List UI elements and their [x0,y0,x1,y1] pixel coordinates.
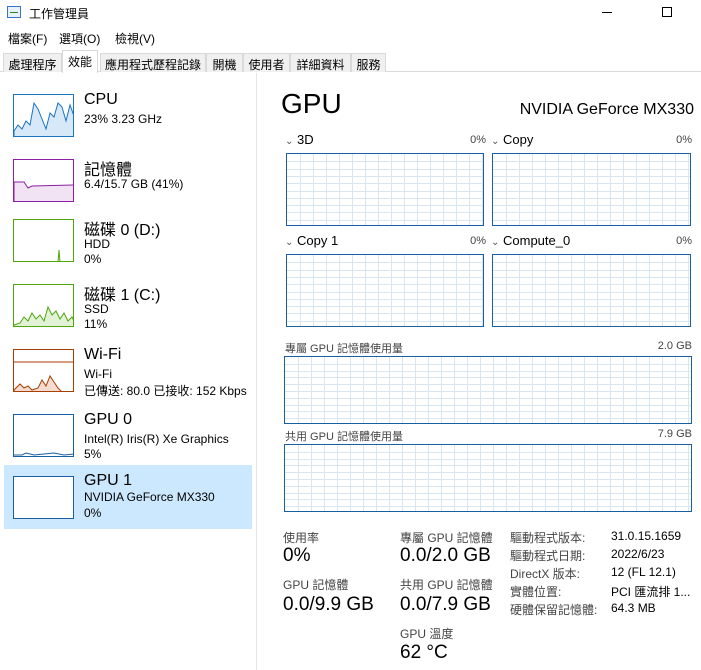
maximize-icon[interactable] [662,7,672,17]
dedicated-memory-graph [284,356,692,424]
engine-3d-label[interactable]: ⌄ 3D [285,132,314,147]
engine-copy1-graph [286,254,484,327]
gpu-memory-value: 0.0/9.9 GB [283,594,374,615]
engine-compute0-label[interactable]: ⌄ Compute_0 [491,233,570,248]
chevron-down-icon: ⌄ [491,237,500,248]
chevron-down-icon: ⌄ [491,136,500,147]
sidebar-item-name: CPU [84,91,118,108]
sidebar-item-wifi[interactable]: Wi-Fi Wi-Fi 已傳送: 80.0 已接收: 152 Kbps [4,341,252,405]
sidebar-item-detail: 23% 3.23 GHz [84,112,163,126]
window-title: 工作管理員 [29,7,90,21]
hardware-reserved-memory-value: 64.3 MB [611,601,656,615]
sidebar-item-usage: 0% [84,252,102,266]
shared-mem-label: 共用 GPU 記憶體 [400,578,493,592]
engine-copy1-pct: 0% [470,235,486,247]
disk1-thumbnail-graph [13,284,74,327]
sidebar-item-model: Intel(R) Iris(R) Xe Graphics [84,432,229,446]
sidebar-item-gpu-1[interactable]: GPU 1 NVIDIA GeForce MX330 0% [4,465,252,529]
gpu1-thumbnail-graph [13,476,74,519]
tab-performance[interactable]: 效能 [62,50,98,73]
sidebar-item-name: GPU 0 [84,411,133,428]
sidebar-item-type: SSD [84,302,109,316]
tab-processes[interactable]: 處理程序 [3,53,62,72]
sidebar-item-adapter: Wi-Fi [84,367,112,381]
shared-memory-graph [284,444,692,512]
title-bar: 工作管理員 [0,0,701,26]
dedicated-memory-max: 2.0 GB [657,340,692,352]
sidebar-item-usage: 0% [84,506,102,520]
task-manager-icon [7,6,21,18]
disk0-thumbnail-graph [13,219,74,262]
shared-memory-max: 7.9 GB [657,428,692,440]
temperature-value: 62 °C [400,642,448,663]
graph-grid [493,154,690,225]
gpu0-thumbnail-graph [13,414,74,457]
engine-copy-pct: 0% [676,134,692,146]
resource-sidebar: CPU 23% 3.23 GHz 記憶體 6.4/15.7 GB (41%) 磁… [0,73,257,670]
sidebar-item-usage: 5% [84,447,102,461]
sidebar-item-detail: 6.4/15.7 GB (41%) [84,177,184,191]
driver-version-value: 31.0.15.1659 [611,529,682,543]
shared-mem-value: 0.0/7.9 GB [400,594,491,615]
chevron-down-icon: ⌄ [285,237,294,248]
sidebar-item-name: GPU 1 [84,472,133,489]
engine-compute0-pct: 0% [676,235,692,247]
sidebar-item-name: Wi-Fi [84,346,122,363]
sidebar-item-type: HDD [84,237,110,251]
menu-view[interactable]: 檢視(V) [115,30,155,47]
sidebar-item-throughput: 已傳送: 80.0 已接收: 152 Kbps [84,384,247,398]
physical-location-value: PCI 匯流排 1... [611,585,691,599]
sidebar-item-model: NVIDIA GeForce MX330 [84,490,215,504]
sidebar-item-cpu[interactable]: CPU 23% 3.23 GHz [4,86,252,150]
driver-date-label: 驅動程式日期: [510,549,586,563]
sidebar-item-gpu-0[interactable]: GPU 0 Intel(R) Iris(R) Xe Graphics 5% [4,406,252,470]
gpu-memory-label: GPU 記憶體 [283,578,349,592]
physical-location-label: 實體位置: [510,585,562,599]
graph-grid [285,357,691,423]
engine-compute0-graph [492,254,691,327]
page-title: GPU [281,88,342,119]
engine-copy-label[interactable]: ⌄ Copy [491,132,533,147]
directx-version-value: 12 (FL 12.1) [611,565,676,579]
dedicated-mem-label: 專屬 GPU 記憶體 [400,531,493,545]
wifi-thumbnail-graph [13,349,74,392]
minimize-icon[interactable] [602,12,612,13]
engine-3d-graph [286,153,484,226]
tab-bar: 處理程序 效能 應用程式歷程記錄 開機 使用者 詳細資料 服務 [0,50,701,73]
sidebar-item-usage: 11% [84,317,108,331]
utilization-value: 0% [283,545,311,566]
graph-grid [287,154,483,225]
hardware-reserved-memory-label: 硬體保留記憶體: [510,603,598,617]
tab-details[interactable]: 詳細資料 [290,53,351,72]
temperature-label: GPU 溫度 [400,627,454,641]
menu-file[interactable]: 檔案(F) [8,30,47,47]
shared-memory-label: 共用 GPU 記憶體使用量 [285,431,403,443]
gpu-model-name: NVIDIA GeForce MX330 [519,101,694,118]
tab-app-history[interactable]: 應用程式歷程記錄 [100,53,206,72]
sidebar-item-memory[interactable]: 記憶體 6.4/15.7 GB (41%) [4,151,252,215]
driver-version-label: 驅動程式版本: [510,531,586,545]
graph-grid [287,255,483,326]
menu-bar: 檔案(F) 選項(O) 檢視(V) [0,27,701,47]
utilization-label: 使用率 [283,531,320,545]
tab-users[interactable]: 使用者 [243,53,290,72]
tab-services[interactable]: 服務 [351,53,386,72]
tab-startup[interactable]: 開機 [206,53,243,72]
graph-grid [285,445,691,511]
engine-copy-graph [492,153,691,226]
chevron-down-icon: ⌄ [285,136,294,147]
engine-3d-pct: 0% [470,134,486,146]
dedicated-memory-label: 專屬 GPU 記憶體使用量 [285,343,403,355]
memory-thumbnail-graph [13,159,74,202]
graph-grid [493,255,690,326]
menu-options[interactable]: 選項(O) [59,30,100,47]
dedicated-mem-value: 0.0/2.0 GB [400,545,491,566]
sidebar-item-disk-1[interactable]: 磁碟 1 (C:) SSD 11% [4,276,252,340]
driver-date-value: 2022/6/23 [611,547,665,561]
cpu-thumbnail-graph [13,94,74,137]
sidebar-item-disk-0[interactable]: 磁碟 0 (D:) HDD 0% [4,211,252,275]
directx-version-label: DirectX 版本: [510,567,581,581]
engine-copy1-label[interactable]: ⌄ Copy 1 [285,233,338,248]
